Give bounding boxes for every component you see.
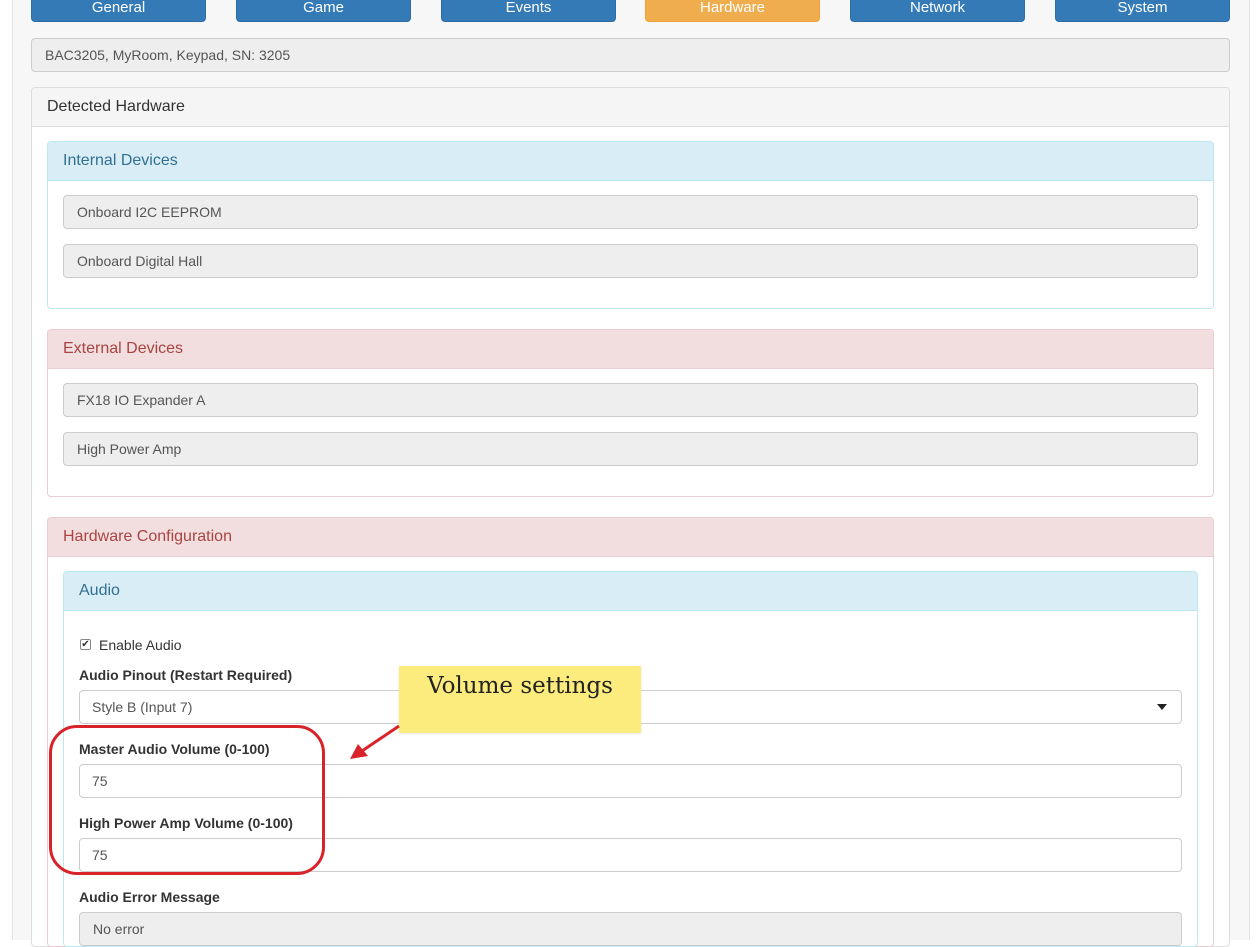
audio-error-field: No error [79,912,1182,946]
internal-devices-title: Internal Devices [48,142,1213,181]
audio-panel-title: Audio [64,572,1197,611]
enable-audio-label: Enable Audio [99,637,182,653]
nav-general-button[interactable]: General [31,0,206,22]
detected-hardware-title: Detected Hardware [32,88,1229,127]
audio-error-label: Audio Error Message [79,889,220,905]
volume-callout: Volume settings [399,666,641,733]
volume-highlight-outline [49,725,325,875]
hardware-config-title: Hardware Configuration [48,518,1213,557]
audio-pinout-value: Style B (Input 7) [92,699,193,715]
nav-events-button[interactable]: Events [441,0,616,22]
nav-network-button[interactable]: Network [850,0,1025,22]
callout-arrow-icon [350,724,400,759]
device-summary: BAC3205, MyRoom, Keypad, SN: 3205 [31,38,1230,72]
external-device-item: FX18 IO Expander A [63,383,1198,417]
nav-game-button[interactable]: Game [236,0,411,22]
internal-device-item: Onboard Digital Hall [63,244,1198,278]
chevron-down-icon [1157,704,1167,710]
audio-pinout-label: Audio Pinout (Restart Required) [79,667,293,683]
internal-device-item: Onboard I2C EEPROM [63,195,1198,229]
external-devices-title: External Devices [48,330,1213,369]
nav-system-button[interactable]: System [1055,0,1230,22]
external-device-item: High Power Amp [63,432,1198,466]
enable-audio-checkbox[interactable]: ✔ [80,639,91,650]
nav-hardware-button[interactable]: Hardware [645,0,820,22]
